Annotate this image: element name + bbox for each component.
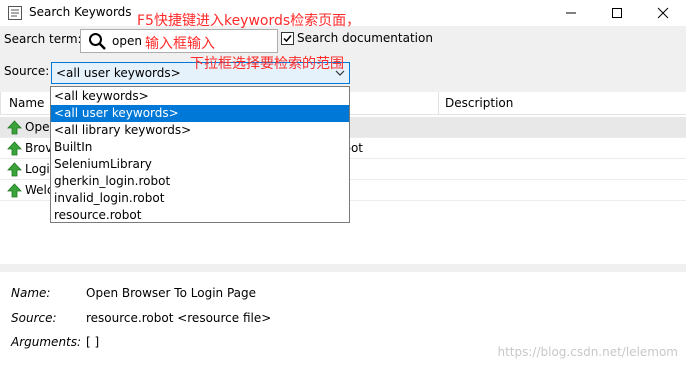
details-arguments-label: Arguments:	[11, 335, 82, 349]
keyword-arrow-icon	[7, 162, 22, 177]
search-documentation-checkbox[interactable]	[281, 32, 294, 45]
dropdown-option[interactable]: gherkin_login.robot	[51, 173, 349, 190]
maximize-icon	[612, 8, 622, 18]
dropdown-option-selected[interactable]: <all user keywords>	[51, 105, 349, 122]
keyword-arrow-icon	[7, 141, 22, 156]
search-icon	[89, 33, 106, 50]
source-dropdown-list: <all keywords> <all user keywords> <all …	[50, 86, 350, 223]
app-icon	[8, 6, 22, 20]
source-label: Source:	[4, 64, 50, 78]
watermark: https://blog.csdn.net/lelemom	[497, 345, 678, 359]
dropdown-option[interactable]: SeleniumLibrary	[51, 156, 349, 173]
details-source-value: resource.robot <resource file>	[86, 311, 272, 325]
close-button[interactable]	[640, 0, 686, 26]
window-title: Search Keywords	[29, 5, 132, 19]
source-combobox-value: <all user keywords>	[56, 66, 181, 80]
dropdown-option[interactable]: BuiltIn	[51, 139, 349, 156]
close-icon	[657, 7, 669, 19]
column-separator[interactable]	[438, 92, 439, 115]
search-term-label: Search term:	[4, 32, 82, 46]
dropdown-option[interactable]: resource.robot	[51, 207, 349, 224]
details-name-label: Name:	[11, 286, 51, 300]
annotation-text: 输入框输入	[145, 36, 215, 52]
maximize-button[interactable]	[594, 0, 640, 26]
dropdown-option[interactable]: invalid_login.robot	[51, 190, 349, 207]
minimize-icon	[566, 12, 576, 14]
column-header-name[interactable]: Name	[9, 96, 44, 110]
dropdown-option[interactable]: <all library keywords>	[51, 122, 349, 139]
checkmark-icon	[283, 35, 292, 43]
annotation-text: 下拉框选择要检索的范围	[190, 56, 344, 72]
details-source-label: Source:	[11, 311, 57, 325]
dropdown-option[interactable]: <all keywords>	[51, 88, 349, 105]
search-input-value: open	[112, 34, 142, 48]
search-documentation-label: Search documentation	[297, 31, 433, 45]
minimize-button[interactable]	[548, 0, 594, 26]
keyword-arrow-icon	[7, 183, 22, 198]
annotation-text: F5快捷键进入keywords检索页面，	[137, 13, 361, 29]
details-arguments-value: [ ]	[86, 335, 100, 349]
column-header-description[interactable]: Description	[445, 96, 513, 110]
keyword-arrow-icon	[7, 120, 22, 135]
details-name-value: Open Browser To Login Page	[86, 286, 256, 300]
